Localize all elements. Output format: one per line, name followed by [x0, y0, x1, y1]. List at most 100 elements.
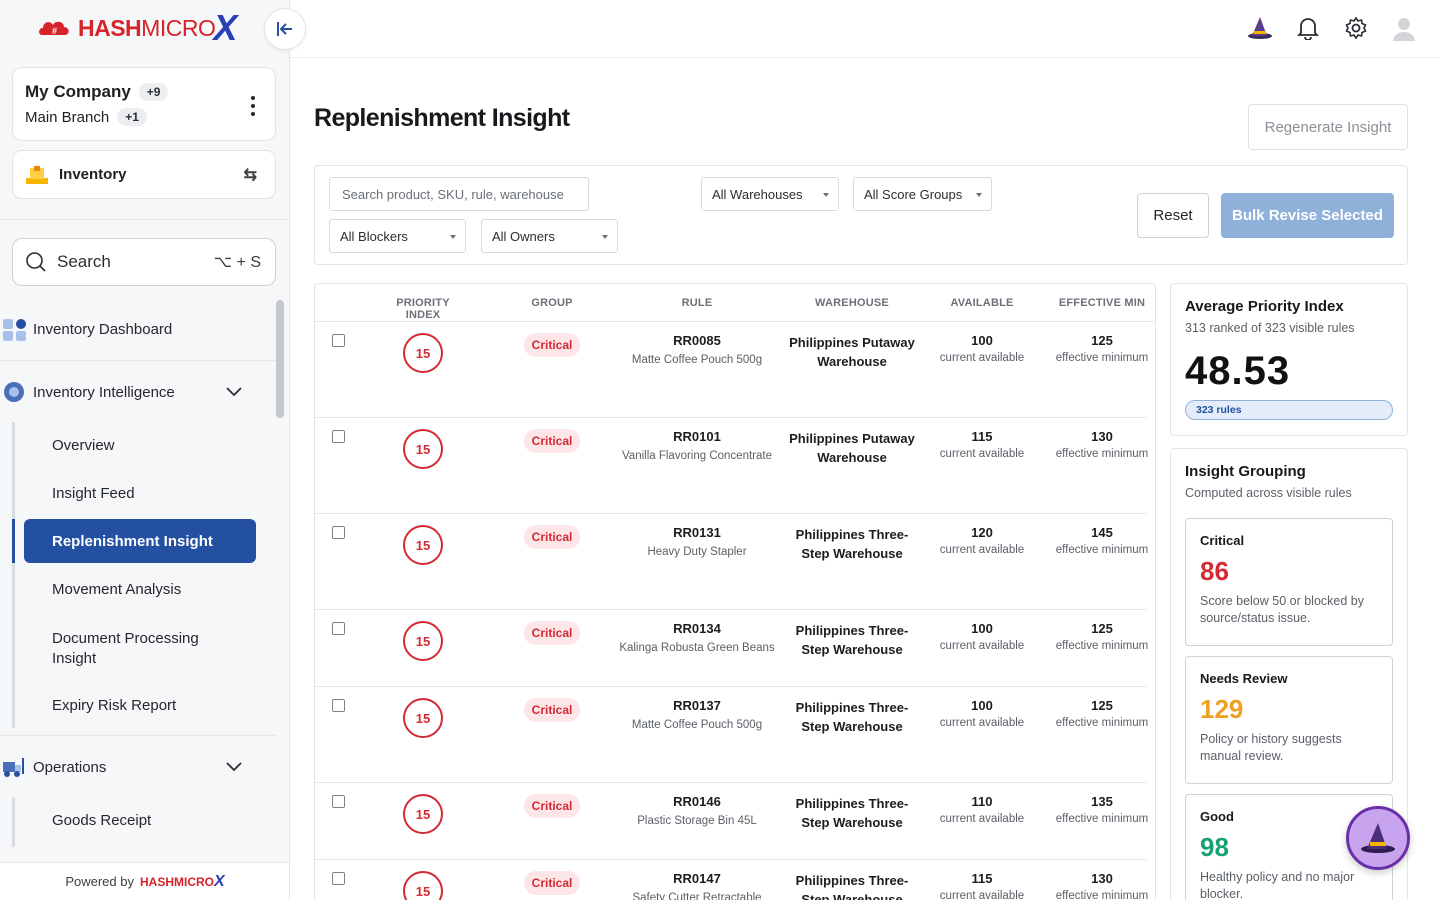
header-rule[interactable]: RULE [647, 297, 747, 309]
nav-document-processing-insight[interactable]: Document Processing Insight [52, 629, 222, 669]
reset-button[interactable]: Reset [1137, 193, 1209, 238]
brand-name: HASHMICRO [78, 14, 216, 41]
nav-operations[interactable]: Operations [0, 752, 276, 782]
rule-cell[interactable]: RR0085 Matte Coffee Pouch 500g [617, 333, 777, 369]
kebab-icon[interactable] [251, 96, 255, 116]
row-checkbox[interactable] [332, 872, 345, 885]
effective-min-value: 135 [1091, 794, 1113, 809]
collapse-sidebar-icon [277, 22, 292, 36]
group-card-critical[interactable]: Critical 86 Score below 50 or blocked by… [1185, 518, 1393, 646]
priority-score: 15 [403, 429, 443, 469]
rule-cell[interactable]: RR0137 Matte Coffee Pouch 500g [617, 698, 777, 734]
search-input[interactable]: Search product, SKU, rule, warehouse [329, 177, 589, 211]
rule-cell[interactable]: RR0146 Plastic Storage Bin 45L [617, 794, 777, 830]
group-card-needs-review[interactable]: Needs Review 129 Policy or history sugge… [1185, 656, 1393, 784]
nav-goods-receipt[interactable]: Goods Receipt [52, 812, 151, 829]
row-checkbox[interactable] [332, 699, 345, 712]
panel-subtitle: 313 ranked of 323 visible rules [1185, 321, 1355, 335]
submenu-track [12, 797, 15, 847]
row-checkbox[interactable] [332, 526, 345, 539]
group-count: 129 [1200, 694, 1244, 724]
nav-movement-analysis[interactable]: Movement Analysis [52, 581, 181, 598]
effective-min-value: 130 [1091, 871, 1113, 886]
wizard-hat-icon [1361, 823, 1395, 853]
row-checkbox[interactable] [332, 430, 345, 443]
replenishment-table: PRIORITY INDEX GROUP RULE WAREHOUSE AVAI… [314, 283, 1156, 900]
rule-code: RR0131 [673, 525, 721, 540]
chevron-down-icon[interactable] [226, 387, 242, 397]
table-row[interactable]: 15 Critical RR0131 Heavy Duty Stapler Philip… [315, 514, 1148, 610]
assistant-fab[interactable] [1346, 806, 1410, 870]
rule-code: RR0146 [673, 794, 721, 809]
chevron-down-icon[interactable] [226, 762, 242, 772]
rules-progress-bar: 323 rules [1185, 400, 1393, 420]
table-row[interactable]: 15 Critical RR0137 Matte Coffee Pouch 500g P… [315, 687, 1148, 783]
table-row[interactable]: 15 Critical RR0147 Safety Cutter Retractabl… [315, 860, 1148, 900]
gear-icon[interactable] [1342, 14, 1370, 42]
rule-cell[interactable]: RR0134 Kalinga Robusta Green Beans [617, 621, 777, 657]
warehouse-select[interactable]: All Warehouses [701, 177, 839, 211]
wizard-hat-icon[interactable] [1246, 14, 1274, 42]
available-caption: current available [939, 640, 1025, 652]
warehouse-cell: Philippines Three-Step Warehouse [795, 527, 909, 561]
main-content: Replenishment Insight Regenerate Insight… [314, 84, 1408, 900]
sidebar-search[interactable]: Search ⌥ + S [12, 238, 276, 286]
available-value: 100 [971, 698, 993, 713]
group-count: 86 [1200, 556, 1229, 586]
nav-overview[interactable]: Overview [52, 437, 115, 454]
header-effective-min[interactable]: EFFECTIVE MIN [1052, 297, 1152, 309]
owner-select[interactable]: All Owners [481, 219, 618, 253]
warehouse-cell: Philippines Putaway Warehouse [789, 335, 915, 369]
average-priority-panel: Average Priority Index 313 ranked of 323… [1170, 283, 1408, 436]
row-checkbox[interactable] [332, 795, 345, 808]
warehouse-cell: Philippines Three-Step Warehouse [795, 700, 909, 734]
available-caption: current available [939, 448, 1025, 460]
brand-logo[interactable]: # HASHMICRO X [38, 8, 237, 48]
nav-replenishment-insight[interactable]: Replenishment Insight [24, 519, 256, 563]
effective-min-caption: effective minimum [1055, 544, 1149, 556]
sidebar-scrollbar[interactable] [276, 300, 284, 418]
available-cell: 115 current available [937, 429, 1027, 460]
blocker-select[interactable]: All Blockers [329, 219, 466, 253]
group-description: Policy or history suggests manual review… [1200, 732, 1342, 763]
sidebar-divider [0, 219, 289, 220]
rule-cell[interactable]: RR0147 Safety Cutter Retractable [617, 871, 777, 900]
panel-subtitle: Computed across visible rules [1185, 486, 1352, 500]
header-group[interactable]: GROUP [522, 297, 582, 309]
regenerate-insight-button[interactable]: Regenerate Insight [1248, 104, 1408, 150]
bell-icon[interactable] [1294, 14, 1322, 42]
switch-icon[interactable]: ⇆ [244, 165, 257, 185]
company-switcher[interactable]: My Company +9 Main Branch +1 [12, 67, 276, 141]
nav-label: Operations [33, 758, 107, 776]
group-badge: Critical [524, 333, 580, 357]
rule-cell[interactable]: RR0131 Heavy Duty Stapler [617, 525, 777, 561]
warehouse-cell: Philippines Three-Step Warehouse [795, 623, 909, 657]
available-value: 115 [971, 429, 993, 444]
module-switcher[interactable]: Inventory ⇆ [12, 150, 276, 199]
nav-insight-feed[interactable]: Insight Feed [52, 485, 135, 502]
select-value: All Blockers [340, 228, 408, 244]
row-checkbox[interactable] [332, 622, 345, 635]
nav-inventory-dashboard[interactable]: Inventory Dashboard [0, 314, 276, 344]
header-warehouse[interactable]: WAREHOUSE [802, 297, 902, 309]
powered-by-footer: Powered by HASHMICROX [0, 862, 289, 900]
nav-expiry-risk-report[interactable]: Expiry Risk Report [52, 697, 176, 714]
table-row[interactable]: 15 Critical RR0101 Vanilla Flavoring Concen… [315, 418, 1148, 514]
collapse-sidebar-button[interactable] [264, 8, 306, 50]
rule-cell[interactable]: RR0101 Vanilla Flavoring Concentrate [617, 429, 777, 465]
product-name: Heavy Duty Stapler [647, 546, 747, 558]
available-cell: 100 current available [937, 698, 1027, 729]
bulk-revise-button[interactable]: Bulk Revise Selected [1221, 193, 1394, 238]
score-group-select[interactable]: All Score Groups [853, 177, 992, 211]
row-checkbox[interactable] [332, 334, 345, 347]
effective-min-value: 125 [1091, 333, 1113, 348]
table-row[interactable]: 15 Critical RR0134 Kalinga Robusta Green Be… [315, 610, 1148, 687]
avatar-icon[interactable] [1390, 14, 1418, 42]
table-row[interactable]: 15 Critical RR0146 Plastic Storage Bin 45L P… [315, 783, 1148, 860]
header-available[interactable]: AVAILABLE [937, 297, 1027, 309]
panel-title: Average Priority Index [1185, 298, 1344, 315]
nav-inventory-intelligence[interactable]: Inventory Intelligence [0, 377, 276, 407]
table-row[interactable]: 15 Critical RR0085 Matte Coffee Pouch 500g P… [315, 322, 1148, 418]
effective-min-cell: 145 effective minimum [1052, 525, 1152, 556]
header-priority-index[interactable]: PRIORITY INDEX [379, 297, 467, 321]
